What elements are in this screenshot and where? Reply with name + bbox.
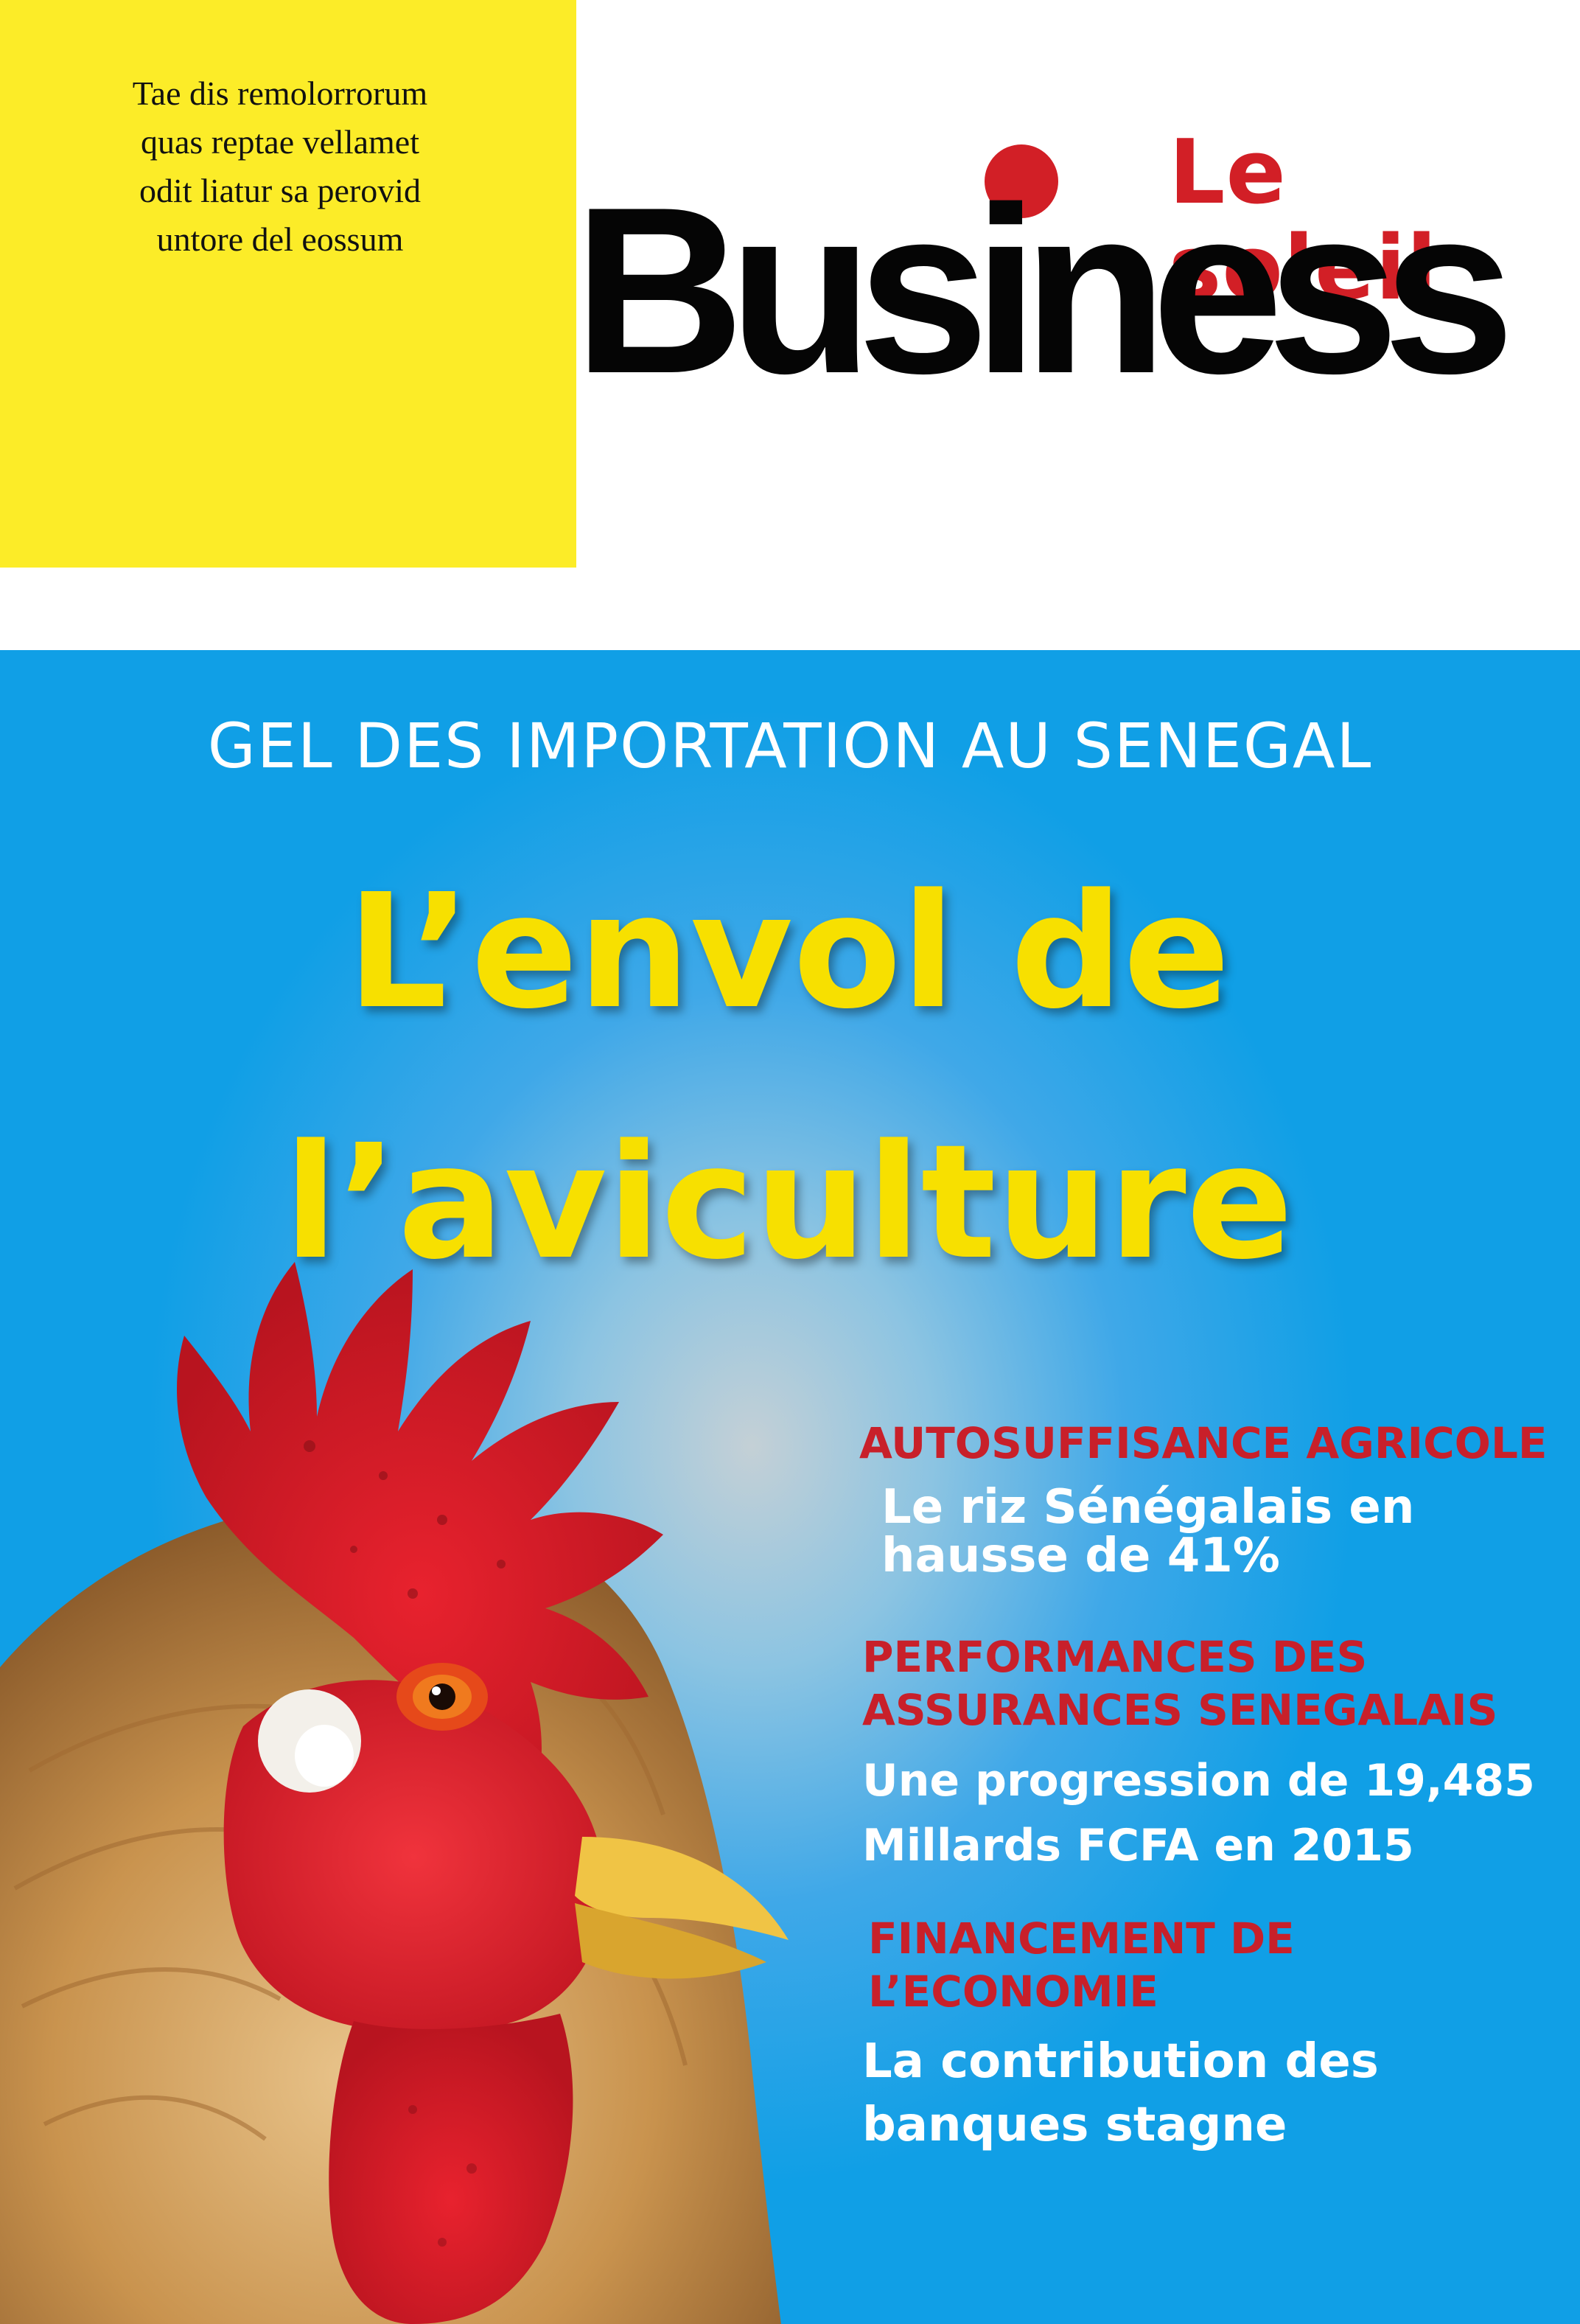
story-deck-1: Le riz Sénégalais en hausse de 41% (881, 1483, 1559, 1580)
masthead: Tae dis remolorrorum quas reptae vellame… (0, 0, 1580, 649)
teaser-line: odit liatur sa perovid (139, 172, 421, 209)
rooster-image (0, 1262, 789, 2324)
story-deck-2: Une progression de 19,485 Millards FCFA … (862, 1748, 1574, 1878)
cover-kicker: GEL DES IMPORTATION AU SENEGAL (207, 710, 1373, 782)
brand-title: Business (573, 158, 1515, 423)
teaser-line: untore del eossum (156, 220, 404, 258)
story-kicker-2: PERFORMANCES DES ASSURANCES SENEGALAIS (862, 1630, 1570, 1737)
teaser-text: Tae dis remolorrorum quas reptae vellame… (74, 69, 486, 264)
story-kicker-1: AUTOSUFFISANCE AGRICOLE (859, 1417, 1567, 1470)
story-kicker-line: FINANCEMENT DE (868, 1913, 1295, 1964)
story-deck-line: Une progression de 19,485 (862, 1755, 1535, 1807)
story-deck-line: Le riz Sénégalais en (881, 1480, 1415, 1535)
story-kicker-3: FINANCEMENT DE L’ECONOMIE (868, 1912, 1561, 2018)
cover-panel: GEL DES IMPORTATION AU SENEGAL L’envol d… (0, 650, 1580, 2324)
teaser-line: quas reptae vellamet (140, 123, 420, 161)
story-kicker-line: AUTOSUFFISANCE AGRICOLE (859, 1418, 1548, 1468)
story-deck-line: La contribution des (862, 2034, 1379, 2089)
story-kicker-line: ASSURANCES SENEGALAIS (862, 1685, 1498, 1735)
teaser-box: Tae dis remolorrorum quas reptae vellame… (0, 0, 576, 568)
headline-line: L’envol de (346, 860, 1231, 1044)
story-kicker-line: L’ECONOMIE (868, 1967, 1158, 2017)
story-deck-line: hausse de 41% (881, 1529, 1280, 1583)
story-deck-line: banques stagne (862, 2098, 1287, 2152)
story-kicker-line: PERFORMANCES DES (862, 1632, 1368, 1682)
story-deck-3: La contribution des banques stagne (862, 2030, 1555, 2157)
cover-headline: L’envol de l’aviculture (88, 827, 1489, 1328)
teaser-line: Tae dis remolorrorum (132, 74, 428, 112)
story-deck-line: Millards FCFA en 2015 (862, 1820, 1414, 1871)
